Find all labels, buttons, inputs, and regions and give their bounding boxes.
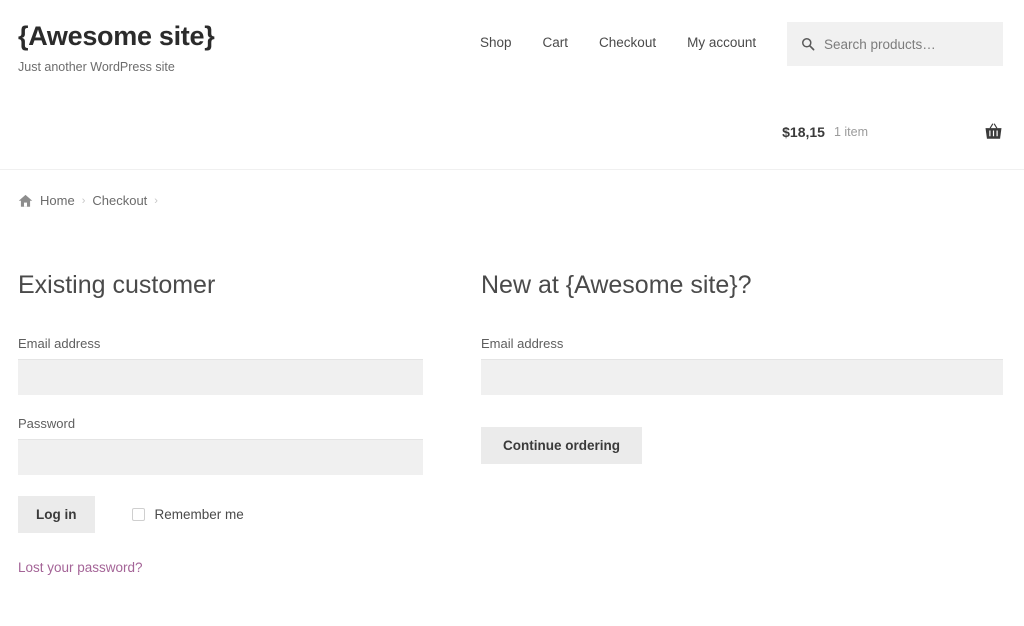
login-actions-row: Log in Remember me bbox=[18, 496, 423, 533]
site-header: {Awesome site} Just another WordPress si… bbox=[0, 0, 1024, 170]
continue-ordering-button[interactable]: Continue ordering bbox=[481, 427, 642, 464]
login-password-field-group: Password bbox=[18, 416, 423, 475]
remember-me-control[interactable]: Remember me bbox=[132, 507, 244, 522]
site-tagline: Just another WordPress site bbox=[18, 60, 214, 74]
breadcrumb: Home › Checkout › bbox=[18, 193, 158, 208]
nav-item-my-account[interactable]: My account bbox=[687, 35, 756, 50]
nav-item-checkout[interactable]: Checkout bbox=[599, 35, 656, 50]
remember-me-label: Remember me bbox=[155, 507, 244, 522]
login-button[interactable]: Log in bbox=[18, 496, 95, 533]
breadcrumb-item-home[interactable]: Home bbox=[40, 193, 75, 208]
site-title: {Awesome site} bbox=[18, 22, 214, 52]
breadcrumb-separator-trailing: › bbox=[154, 195, 158, 207]
login-password-label: Password bbox=[18, 416, 423, 431]
remember-me-checkbox[interactable] bbox=[132, 508, 145, 521]
breadcrumb-item-checkout[interactable]: Checkout bbox=[92, 193, 147, 208]
cart-total-amount: $18,15 bbox=[782, 124, 825, 140]
existing-customer-section: Existing customer Email address Password… bbox=[18, 270, 423, 577]
login-email-input[interactable] bbox=[18, 359, 423, 395]
new-customer-email-field-group: Email address bbox=[481, 336, 1003, 395]
search-icon bbox=[801, 37, 815, 51]
new-customer-email-input[interactable] bbox=[481, 359, 1003, 395]
existing-customer-heading: Existing customer bbox=[18, 270, 423, 300]
site-branding[interactable]: {Awesome site} Just another WordPress si… bbox=[18, 22, 214, 74]
nav-item-cart[interactable]: Cart bbox=[543, 35, 569, 50]
new-customer-section: New at {Awesome site}? Email address Con… bbox=[481, 270, 1003, 464]
cart-item-count: 1 item bbox=[834, 125, 868, 139]
search-input[interactable]: Search products… bbox=[824, 37, 936, 52]
shopping-basket-icon[interactable] bbox=[984, 122, 1003, 141]
home-icon[interactable] bbox=[18, 194, 33, 208]
checkout-page: {Awesome site} Just another WordPress si… bbox=[0, 0, 1024, 626]
product-search-box[interactable]: Search products… bbox=[787, 22, 1003, 66]
cart-summary[interactable]: $18,15 1 item bbox=[782, 122, 1003, 141]
new-customer-heading: New at {Awesome site}? bbox=[481, 270, 1003, 300]
login-password-input[interactable] bbox=[18, 439, 423, 475]
nav-item-shop[interactable]: Shop bbox=[480, 35, 512, 50]
new-customer-email-label: Email address bbox=[481, 336, 1003, 351]
primary-navigation: Shop Cart Checkout My account bbox=[480, 35, 756, 50]
login-email-label: Email address bbox=[18, 336, 423, 351]
lost-password-link[interactable]: Lost your password? bbox=[18, 560, 143, 575]
login-email-field-group: Email address bbox=[18, 336, 423, 395]
breadcrumb-separator: › bbox=[82, 195, 86, 207]
